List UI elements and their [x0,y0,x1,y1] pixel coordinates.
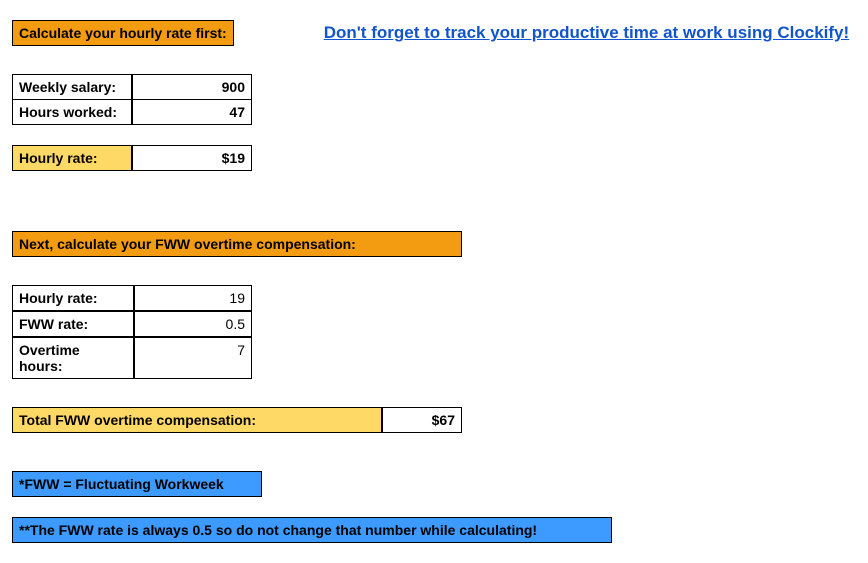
overtime-hours-row: Overtime hours: 7 [12,337,856,379]
hours-worked-row: Hours worked: 47 [12,100,856,125]
total-fww-label: Total FWW overtime compensation: [12,407,382,433]
total-fww-row: Total FWW overtime compensation: $67 [12,407,856,433]
overtime-hours-value[interactable]: 7 [134,337,252,379]
hourly-rate2-label: Hourly rate: [12,285,134,311]
hours-worked-value[interactable]: 47 [132,100,252,125]
hourly-rate-input-row: Hourly rate: 19 [12,285,856,311]
fww-rate-label: FWW rate: [12,311,134,337]
section1-title: Calculate your hourly rate first: [12,20,234,46]
section2-title: Next, calculate your FWW overtime compen… [12,231,462,257]
total-fww-value: $67 [382,407,462,433]
weekly-salary-row: Weekly salary: 900 [12,74,856,100]
clockify-promo-link[interactable]: Don't forget to track your productive ti… [324,23,849,43]
hourly-rate2-value[interactable]: 19 [134,285,252,311]
weekly-salary-value[interactable]: 900 [132,74,252,100]
overtime-hours-label: Overtime hours: [12,337,134,379]
hours-worked-label: Hours worked: [12,100,132,125]
hourly-rate-result-row: Hourly rate: $19 [12,145,856,171]
hourly-rate-label: Hourly rate: [12,145,132,171]
hourly-rate-value: $19 [132,145,252,171]
fww-rate-value[interactable]: 0.5 [134,311,252,337]
fww-rate-row: FWW rate: 0.5 [12,311,856,337]
weekly-salary-label: Weekly salary: [12,74,132,100]
header-row: Calculate your hourly rate first: Don't … [12,20,856,46]
fww-rate-warning-note: **The FWW rate is always 0.5 so do not c… [12,517,612,543]
fww-definition-note: *FWW = Fluctuating Workweek [12,471,262,497]
